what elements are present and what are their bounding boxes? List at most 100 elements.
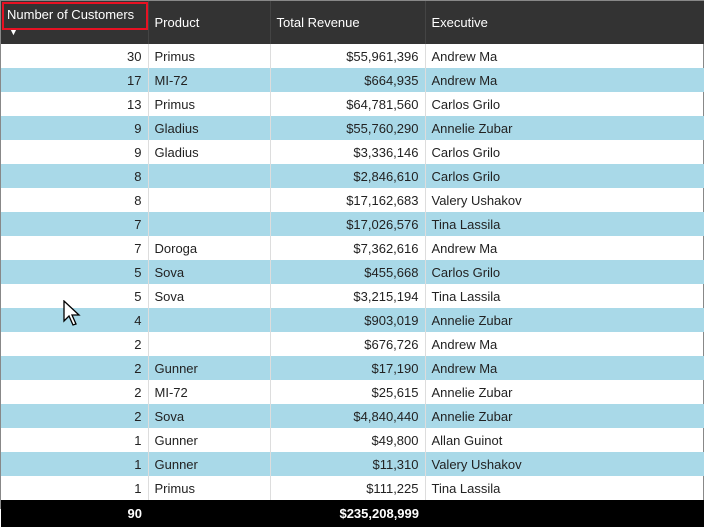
cell-executive: Carlos Grilo: [425, 92, 704, 116]
cell-customers: 1: [1, 452, 148, 476]
cell-product: Sova: [148, 260, 270, 284]
table-row[interactable]: 5Sova$455,668Carlos Grilo: [1, 260, 704, 284]
cell-customers: 4: [1, 308, 148, 332]
cell-customers: 7: [1, 212, 148, 236]
table-row[interactable]: 7Doroga$7,362,616Andrew Ma: [1, 236, 704, 260]
cell-revenue: $64,781,560: [270, 92, 425, 116]
cell-product: Gladius: [148, 140, 270, 164]
cell-customers: 9: [1, 140, 148, 164]
cell-revenue: $7,362,616: [270, 236, 425, 260]
cell-product: Primus: [148, 44, 270, 68]
cell-customers: 17: [1, 68, 148, 92]
cell-executive: Tina Lassila: [425, 212, 704, 236]
column-label: Total Revenue: [277, 15, 360, 30]
cell-product: [148, 188, 270, 212]
cell-executive: Andrew Ma: [425, 332, 704, 356]
cell-executive: Valery Ushakov: [425, 188, 704, 212]
cell-executive: Andrew Ma: [425, 356, 704, 380]
cell-revenue: $3,215,194: [270, 284, 425, 308]
table-row[interactable]: 30Primus$55,961,396Andrew Ma: [1, 44, 704, 68]
table-row[interactable]: 7 $17,026,576Tina Lassila: [1, 212, 704, 236]
cell-revenue: $49,800: [270, 428, 425, 452]
table-row[interactable]: 9Gladius$55,760,290Annelie Zubar: [1, 116, 704, 140]
cell-product: Gladius: [148, 116, 270, 140]
cell-revenue: $455,668: [270, 260, 425, 284]
table-row[interactable]: 17MI-72$664,935Andrew Ma: [1, 68, 704, 92]
table-row[interactable]: 1Gunner$49,800Allan Guinot: [1, 428, 704, 452]
column-header-revenue[interactable]: Total Revenue: [270, 1, 425, 44]
column-header-executive[interactable]: Executive: [425, 1, 704, 44]
cell-product: Doroga: [148, 236, 270, 260]
column-header-product[interactable]: Product: [148, 1, 270, 44]
cell-product: Primus: [148, 92, 270, 116]
cell-customers: 5: [1, 260, 148, 284]
cell-revenue: $17,162,683: [270, 188, 425, 212]
cell-revenue: $664,935: [270, 68, 425, 92]
table-row[interactable]: 1Gunner$11,310Valery Ushakov: [1, 452, 704, 476]
totals-customers: 90: [1, 500, 148, 527]
cell-revenue: $2,846,610: [270, 164, 425, 188]
cell-revenue: $11,310: [270, 452, 425, 476]
cell-revenue: $111,225: [270, 476, 425, 500]
cell-customers: 2: [1, 356, 148, 380]
table-row[interactable]: 8 $17,162,683Valery Ushakov: [1, 188, 704, 212]
cell-product: Sova: [148, 284, 270, 308]
cell-revenue: $17,026,576: [270, 212, 425, 236]
header-row: Number of Customers▼ Product Total Revenue…: [1, 1, 704, 44]
cell-product: Gunner: [148, 428, 270, 452]
cell-customers: 2: [1, 332, 148, 356]
cell-executive: Carlos Grilo: [425, 140, 704, 164]
cell-executive: Andrew Ma: [425, 68, 704, 92]
cell-executive: Annelie Zubar: [425, 116, 704, 140]
cell-product: [148, 212, 270, 236]
cell-executive: Tina Lassila: [425, 284, 704, 308]
cell-customers: 7: [1, 236, 148, 260]
cell-customers: 30: [1, 44, 148, 68]
cell-executive: Tina Lassila: [425, 476, 704, 500]
table-row[interactable]: 2 $676,726Andrew Ma: [1, 332, 704, 356]
totals-executive: [425, 500, 704, 527]
cell-product: Primus: [148, 476, 270, 500]
column-header-customers[interactable]: Number of Customers▼: [1, 1, 148, 44]
cell-executive: Annelie Zubar: [425, 380, 704, 404]
table-row[interactable]: 1Primus$111,225Tina Lassila: [1, 476, 704, 500]
cell-revenue: $25,615: [270, 380, 425, 404]
cell-executive: Valery Ushakov: [425, 452, 704, 476]
table-row[interactable]: 9Gladius$3,336,146Carlos Grilo: [1, 140, 704, 164]
table-row[interactable]: 2Sova$4,840,440Annelie Zubar: [1, 404, 704, 428]
table-body: 30Primus$55,961,396Andrew Ma17MI-72$664,…: [1, 44, 704, 500]
table-row[interactable]: 2Gunner$17,190Andrew Ma: [1, 356, 704, 380]
cell-revenue: $17,190: [270, 356, 425, 380]
cell-customers: 1: [1, 476, 148, 500]
cell-customers: 2: [1, 404, 148, 428]
cell-product: Sova: [148, 404, 270, 428]
cell-revenue: $55,760,290: [270, 116, 425, 140]
cell-executive: Annelie Zubar: [425, 308, 704, 332]
cell-revenue: $4,840,440: [270, 404, 425, 428]
cell-customers: 13: [1, 92, 148, 116]
cell-product: Gunner: [148, 452, 270, 476]
table-row[interactable]: 2MI-72$25,615Annelie Zubar: [1, 380, 704, 404]
column-label: Executive: [432, 15, 488, 30]
column-label: Product: [155, 15, 200, 30]
cell-product: Gunner: [148, 356, 270, 380]
cell-product: MI-72: [148, 380, 270, 404]
cell-revenue: $55,961,396: [270, 44, 425, 68]
cell-executive: Carlos Grilo: [425, 164, 704, 188]
totals-product: [148, 500, 270, 527]
cell-customers: 5: [1, 284, 148, 308]
cell-revenue: $676,726: [270, 332, 425, 356]
data-table: Number of Customers▼ Product Total Revenue…: [1, 1, 704, 527]
cell-executive: Andrew Ma: [425, 44, 704, 68]
table-row[interactable]: 13Primus$64,781,560Carlos Grilo: [1, 92, 704, 116]
cell-customers: 8: [1, 188, 148, 212]
cell-product: [148, 164, 270, 188]
table-row[interactable]: 4$903,019Annelie Zubar: [1, 308, 704, 332]
totals-row: 90 $235,208,999: [1, 500, 704, 527]
cell-revenue: $3,336,146: [270, 140, 425, 164]
cell-customers: 2: [1, 380, 148, 404]
cell-product: [148, 308, 270, 332]
cell-customers: 9: [1, 116, 148, 140]
table-row[interactable]: 5Sova$3,215,194Tina Lassila: [1, 284, 704, 308]
table-row[interactable]: 8$2,846,610Carlos Grilo: [1, 164, 704, 188]
